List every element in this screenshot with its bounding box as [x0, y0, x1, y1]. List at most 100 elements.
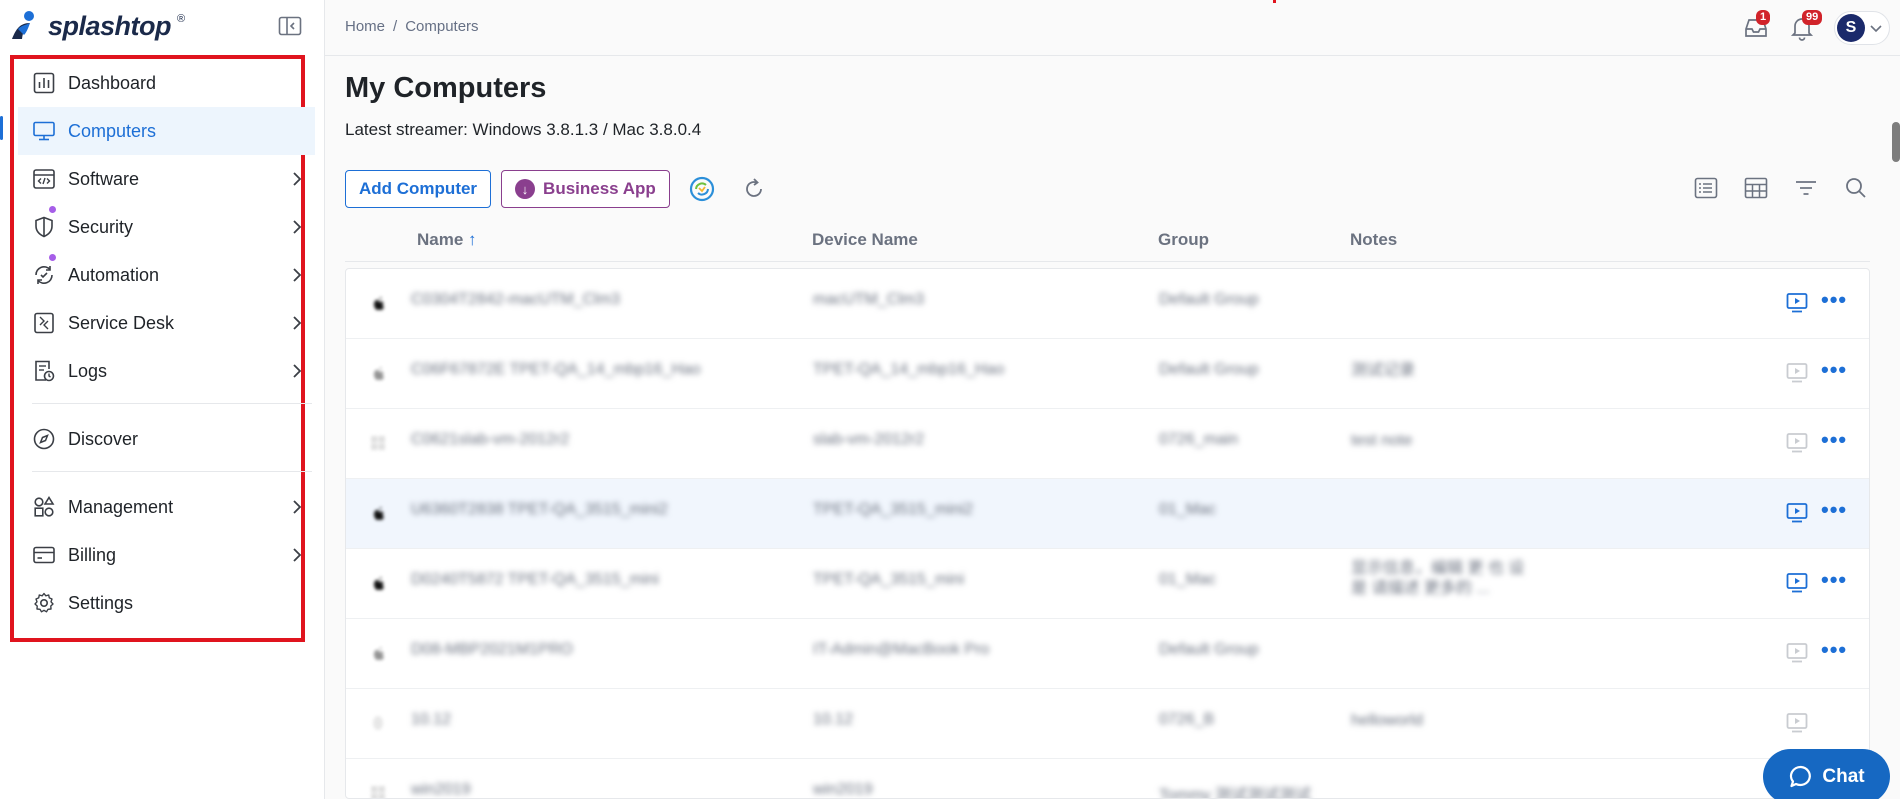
- remote-connect-icon[interactable]: [1785, 431, 1809, 455]
- more-options-button[interactable]: •••: [1821, 429, 1851, 455]
- sidebar-item-security[interactable]: Security: [18, 203, 315, 251]
- logs-icon: [35, 360, 55, 382]
- breadcrumb-separator: /: [393, 18, 398, 35]
- new-feature-dot: [49, 206, 56, 213]
- scrollbar-thumb[interactable]: [1892, 122, 1900, 162]
- computer-name[interactable]: win2019: [411, 781, 471, 798]
- download-icon: ↓: [515, 179, 536, 199]
- sidebar-item-discover[interactable]: Discover: [18, 415, 315, 463]
- more-options-button[interactable]: •••: [1821, 569, 1851, 595]
- remote-connect-icon[interactable]: [1785, 711, 1809, 735]
- sidebar-item-management[interactable]: Management: [18, 483, 315, 531]
- group-name: 01_Mac: [1159, 571, 1216, 588]
- sidebar-item-label: Security: [68, 216, 134, 237]
- search-button[interactable]: [1842, 174, 1870, 202]
- chevron-down-icon: [1870, 25, 1882, 33]
- sidebar-item-service-desk[interactable]: Service Desk: [18, 299, 315, 347]
- sidebar-item-label: Service Desk: [68, 312, 175, 333]
- remote-connect-icon[interactable]: [1785, 361, 1809, 385]
- sidebar-item-logs[interactable]: Logs: [18, 347, 315, 395]
- table-header: Name ↑ Device Name Group Notes: [345, 218, 1870, 262]
- device-name: IT-Admin@MacBook Pro: [813, 641, 990, 658]
- notes-text: test note: [1351, 432, 1413, 449]
- table-row[interactable]: C06F67872E TPET-QA_14_mbp16_Hao TPET-QA_1…: [346, 339, 1869, 409]
- computer-name[interactable]: C06F67872E TPET-QA_14_mbp16_Hao: [411, 361, 701, 379]
- sidebar-item-billing[interactable]: Billing: [18, 531, 315, 579]
- table-view-button[interactable]: [1742, 174, 1770, 202]
- table-row[interactable]: D0240T5872 TPET-QA_3515_mini TPET-QA_3515…: [346, 549, 1869, 619]
- remote-connect-icon[interactable]: [1785, 291, 1809, 315]
- sidebar-item-settings[interactable]: Settings: [18, 579, 315, 627]
- remote-connect-icon[interactable]: [1785, 641, 1809, 665]
- table-row[interactable]: C0304T2842-macUTM_Clm3 macUTM_Clm3 Default…: [346, 269, 1869, 339]
- list-view-button[interactable]: [1692, 174, 1720, 202]
- new-feature-dot: [49, 254, 56, 261]
- table-row[interactable]: win2019 win2019 Tommy 测试测试测试: [346, 759, 1869, 798]
- table-row[interactable]: U6360T2838 TPET-QA_3515_mini2 TPET-QA_351…: [346, 479, 1869, 549]
- computer-name[interactable]: C0621slab-vm-2012r2: [411, 431, 569, 449]
- more-options-button[interactable]: •••: [1821, 639, 1851, 665]
- column-header-notes[interactable]: Notes: [1350, 230, 1397, 250]
- more-options-button[interactable]: •••: [1821, 359, 1851, 385]
- business-app-button[interactable]: ↓ Business App: [501, 170, 670, 208]
- computer-name[interactable]: C0304T2842-macUTM_Clm3: [411, 291, 620, 309]
- breadcrumb-home[interactable]: Home: [345, 18, 385, 35]
- inbox-button[interactable]: 1: [1742, 10, 1771, 42]
- user-menu[interactable]: S: [1834, 11, 1890, 45]
- sidebar-item-label: Software: [68, 168, 140, 189]
- shield-icon: [35, 216, 53, 238]
- column-header-name[interactable]: Name ↑: [417, 230, 477, 250]
- active-indicator: [0, 116, 3, 140]
- sidebar-item-computers[interactable]: Computers: [18, 107, 315, 155]
- table-row[interactable]: 10.12 10.12 0726_B helloworld: [346, 689, 1869, 759]
- remote-connect-icon[interactable]: [1785, 501, 1809, 525]
- group-name: Default Group: [1159, 641, 1259, 658]
- notes-text: 测试记录: [1351, 362, 1416, 379]
- column-header-device[interactable]: Device Name: [812, 230, 918, 250]
- chevron-right-icon: [293, 316, 302, 330]
- remote-connect-icon[interactable]: [1785, 571, 1809, 595]
- computer-name[interactable]: U6360T2838 TPET-QA_3515_mini2: [411, 501, 668, 519]
- sidebar-item-label: Automation: [68, 264, 160, 285]
- table-row[interactable]: C0621slab-vm-2012r2 slab-vm-2012r2 0726_ma…: [346, 409, 1869, 479]
- chat-button[interactable]: Chat: [1763, 749, 1890, 799]
- streamer-version-text: Latest streamer: Windows 3.8.1.3 / Mac 3…: [345, 120, 702, 139]
- sidebar-item-dashboard[interactable]: Dashboard: [18, 59, 315, 107]
- sidebar-item-automation[interactable]: Automation: [18, 251, 315, 299]
- refresh-icon: [745, 178, 762, 197]
- device-name: TPET-QA_14_mbp16_Hao: [813, 361, 1005, 378]
- notifications-button[interactable]: 99: [1788, 10, 1823, 42]
- more-options-button[interactable]: •••: [1821, 289, 1851, 315]
- device-name: 10.12: [813, 711, 854, 728]
- apple-icon: [374, 577, 384, 590]
- filter-button[interactable]: [1792, 174, 1820, 202]
- sidebar-divider: [32, 471, 312, 472]
- notifications-badge: 99: [1802, 10, 1823, 25]
- column-header-group[interactable]: Group: [1158, 230, 1209, 250]
- add-computer-button[interactable]: Add Computer: [345, 170, 492, 208]
- brand-logo[interactable]: splashtop ®: [8, 6, 185, 46]
- sidebar-item-software[interactable]: Software: [18, 155, 315, 203]
- column-name-label: Name: [417, 230, 464, 249]
- notes-text: 显示信息，编辑 更 也 设 是 请描述 更多的 ...: [1351, 560, 1525, 597]
- toolbar: Add Computer ↓ Business App: [345, 170, 768, 208]
- header-actions: 1 99 S: [1742, 8, 1890, 48]
- computer-name[interactable]: D08-MBP2021M1PRO: [411, 641, 573, 659]
- table-row[interactable]: D08-MBP2021M1PRO IT-Admin@MacBook Pro Defa…: [346, 619, 1869, 689]
- credit-card-icon: [33, 546, 55, 564]
- linux-icon: [373, 716, 383, 730]
- computer-name[interactable]: 10.12: [411, 711, 451, 729]
- refresh-button[interactable]: [740, 175, 768, 203]
- collapse-sidebar-icon[interactable]: [278, 16, 302, 36]
- chevron-right-icon: [293, 364, 302, 378]
- more-options-button[interactable]: •••: [1821, 499, 1851, 525]
- computer-name[interactable]: D0240T5872 TPET-QA_3515_mini: [411, 571, 659, 589]
- chevron-right-icon: [293, 548, 302, 562]
- splashtop-app-button[interactable]: [688, 175, 716, 203]
- main-content: My Computers Latest streamer: Windows 3.…: [325, 56, 1900, 799]
- apple-icon: [374, 367, 384, 380]
- business-app-label: Business App: [543, 179, 656, 198]
- sidebar: splashtop ® Dashboard Computers Software: [0, 0, 325, 799]
- breadcrumb: Home / Computers: [345, 18, 479, 35]
- group-name: 0726_main: [1159, 431, 1239, 448]
